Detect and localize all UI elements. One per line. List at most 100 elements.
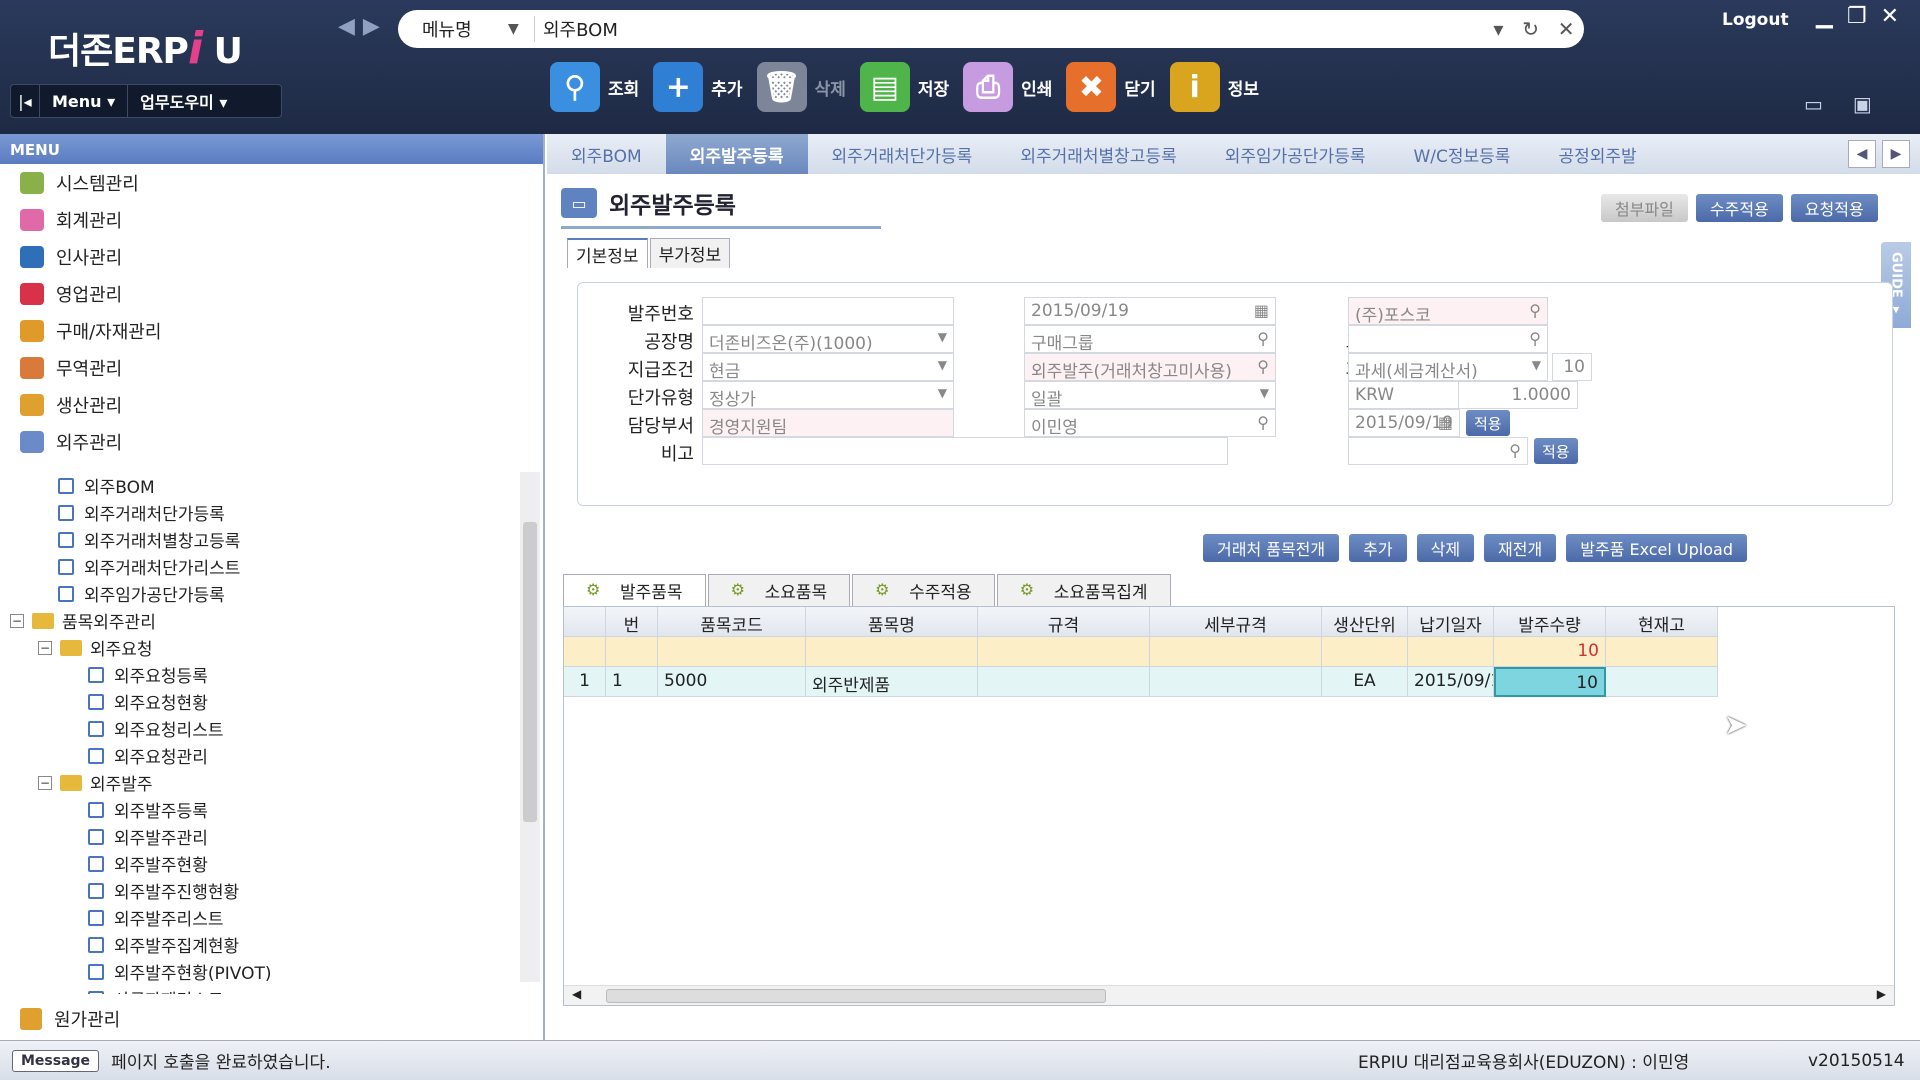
tree-item[interactable]: 외주발주등록 [10,796,530,823]
form-field[interactable]: 현금 ▼ [702,353,954,381]
screen-icon[interactable]: ▣ [1853,92,1872,116]
sidebar-item-7[interactable]: 외주관리 [0,423,543,460]
subtab-1[interactable]: 부가정보 [649,238,731,268]
form-field[interactable]: 과세(세금계산서) ▼ [1348,353,1548,381]
sidebar-item-4[interactable]: 구매/자재관리 [0,312,543,349]
tree-item[interactable]: 외주발주현황 [10,850,530,877]
tab-1[interactable]: 외주발주등록 [665,134,808,174]
tree-item[interactable]: 외주요청등록 [10,661,530,688]
refresh-icon[interactable]: ↻ [1522,17,1539,41]
column-header[interactable]: 규격 [978,607,1150,637]
collapse-icon[interactable]: − [38,640,52,655]
sidebar-item-6[interactable]: 생산관리 [0,386,543,423]
search-icon[interactable]: ⚲ [1257,329,1269,348]
form-field[interactable]: 일괄 ▼ [1024,381,1276,409]
cell-name[interactable]: 외주반제품 [806,667,978,697]
window-layout-icon[interactable]: ▭ [1804,92,1823,116]
table-row[interactable]: 115000외주반제품EA2015/09/1910 [564,667,1894,697]
tree-item[interactable]: − 품목외주관리 [10,607,530,634]
sidebar-item-1[interactable]: 회계관리 [0,201,543,238]
sidebar-item-5[interactable]: 무역관리 [0,349,543,386]
form-field[interactable] [702,297,954,325]
calendar-icon[interactable]: ▦ [1438,413,1453,432]
search-icon[interactable]: ⚲ [1257,357,1269,376]
menu-path-input[interactable]: 외주BOM [534,16,1484,42]
apply-warehouse-button[interactable]: 적용 [1534,438,1578,464]
cell-unit[interactable]: EA [1322,667,1408,697]
apply-deliv-button[interactable]: 적용 [1466,410,1510,436]
search-icon[interactable]: ⚲ [1529,301,1541,320]
filter-row[interactable]: 10 [564,637,1894,667]
form-field[interactable]: ⚲ [1348,437,1528,465]
tree-item[interactable]: 사급자재리스트 [10,985,530,994]
tree-scrollbar[interactable] [520,472,540,982]
form-field[interactable]: 외주발주(거래처창고미사용) ⚲ [1024,353,1276,381]
tree-item[interactable]: 외주임가공단가등록 [10,580,530,607]
cell-stock[interactable] [1606,667,1718,697]
minimize-icon[interactable]: ▁ [1816,4,1833,29]
cell-dspec[interactable] [1150,667,1322,697]
scroll-thumb[interactable] [523,522,537,822]
column-header[interactable]: 품목명 [806,607,978,637]
column-header[interactable]: 현재고 [1606,607,1718,637]
scroll-right-icon[interactable]: ▶ [1877,987,1886,1001]
form-field-extra[interactable]: 10 [1552,353,1592,381]
tab-next-icon[interactable]: ▶ [1882,140,1910,168]
form-field[interactable]: 정상가 ▼ [702,381,954,409]
toolbar-plus-button[interactable]: + 추가 [653,62,743,112]
tab-3[interactable]: 외주거래처별창고등록 [996,134,1200,174]
chevron-down-icon[interactable]: ▼ [938,330,947,344]
tree-item[interactable]: 외주발주리스트 [10,904,530,931]
nav-arrows[interactable]: ◀▶ [338,14,388,39]
form-field[interactable] [702,437,1228,465]
form-field[interactable]: 이민영 ⚲ [1024,409,1276,437]
close-window-icon[interactable]: ✕ [1881,4,1899,29]
toolbar-info-button[interactable]: i 정보 [1169,62,1259,112]
form-field[interactable]: 더존비즈온(주)(1000) ▼ [702,325,954,353]
chevron-down-icon[interactable]: ▼ [508,21,534,37]
chevron-down-icon[interactable]: ▾ [1493,17,1503,41]
top-button-2[interactable]: 요청적용 [1790,194,1878,222]
toolbar-print-button[interactable]: ⎙ 인쇄 [963,62,1052,112]
tab-5[interactable]: W/C정보등록 [1389,134,1534,174]
grid-tab-0[interactable]: ⚙ 발주품목 [563,574,706,606]
column-header[interactable]: 발주수량 [1494,607,1606,637]
message-tag[interactable]: Message [12,1049,100,1072]
grid-tab-1[interactable]: ⚙ 소요품목 [707,574,851,606]
subtab-0[interactable]: 기본정보 [567,238,648,268]
column-header[interactable]: 품목코드 [658,607,806,637]
column-header[interactable]: 납기일자 [1408,607,1494,637]
cell-no[interactable]: 1 [606,667,658,697]
filter-cell[interactable] [1322,637,1408,667]
top-button-1[interactable]: 수주적용 [1695,194,1783,222]
filter-cell[interactable]: 10 [1494,637,1606,667]
collapse-icon[interactable]: − [38,775,52,790]
grid-hscrollbar[interactable]: ◀ ▶ [564,985,1894,1005]
form-field[interactable]: ⚲ [1348,325,1548,353]
sidebar-item-0[interactable]: 시스템관리 [0,164,543,201]
toolbar-close-button[interactable]: ✖ 닫기 [1066,62,1156,112]
filter-cell[interactable] [978,637,1150,667]
grid-button-4[interactable]: 발주품 Excel Upload [1566,534,1747,562]
search-icon[interactable]: ⚲ [1529,329,1541,348]
sidebar-item-3[interactable]: 영업관리 [0,275,543,312]
cell-date[interactable]: 2015/09/19 [1408,667,1494,697]
close-icon[interactable]: ✕ [1558,17,1575,41]
chevron-down-icon[interactable]: ▼ [938,386,947,400]
tree-item[interactable]: 외주발주진행현황 [10,877,530,904]
cell-spec[interactable] [978,667,1150,697]
chevron-down-icon[interactable]: ▼ [1260,386,1269,400]
tree-item[interactable]: 외주발주관리 [10,823,530,850]
column-header[interactable]: 번 [606,607,658,637]
sidebar-item-2[interactable]: 인사관리 [0,238,543,275]
tree-item[interactable]: 외주BOM [10,472,530,499]
filter-cell[interactable] [806,637,978,667]
tree-item[interactable]: 외주거래처별창고등록 [10,526,530,553]
filter-cell[interactable] [606,637,658,667]
tab-6[interactable]: 공정외주발 [1534,134,1660,174]
grid-button-0[interactable]: 거래처 품목전개 [1203,534,1340,562]
menu-button[interactable]: Menu ▾ [39,85,127,117]
collapse-icon[interactable]: − [10,613,24,628]
chevron-down-icon[interactable]: ▼ [1532,358,1541,372]
cell-code[interactable]: 5000 [658,667,806,697]
